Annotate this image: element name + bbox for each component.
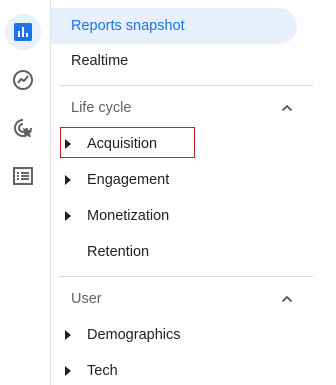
reports-nav-panel: Reports snapshot Realtime Life cycle Acq…	[51, 0, 336, 385]
configure-list-icon	[13, 167, 33, 185]
chevron-up-icon[interactable]	[279, 291, 295, 307]
caret-right-icon[interactable]	[63, 139, 73, 149]
chevron-up-icon[interactable]	[279, 100, 295, 116]
caret-right-icon[interactable]	[63, 330, 73, 340]
caret-right-icon[interactable]	[63, 175, 73, 185]
explore-nav-button[interactable]	[5, 62, 41, 98]
divider	[59, 276, 313, 277]
nav-item-label: Demographics	[87, 327, 181, 343]
section-header-life-cycle[interactable]: Life cycle	[51, 90, 301, 126]
analytics-sidebar: Reports snapshot Realtime Life cycle Acq…	[0, 0, 336, 385]
caret-right-icon[interactable]	[63, 211, 73, 221]
nav-item-realtime[interactable]: Realtime	[51, 43, 297, 79]
nav-item-reports-snapshot[interactable]: Reports snapshot	[51, 8, 297, 44]
advertising-nav-button[interactable]	[5, 110, 41, 146]
nav-item-retention[interactable]: Retention	[51, 234, 301, 270]
reports-bar-chart-icon	[14, 23, 32, 41]
reports-nav-button[interactable]	[5, 14, 41, 50]
nav-item-acquisition[interactable]: Acquisition	[51, 126, 301, 162]
explore-chart-icon	[13, 70, 33, 90]
nav-item-label: Engagement	[87, 172, 170, 188]
nav-item-label: Acquisition	[87, 136, 158, 152]
divider	[59, 85, 313, 86]
caret-right-icon[interactable]	[63, 366, 73, 376]
section-title: Life cycle	[71, 100, 132, 116]
nav-item-label: Monetization	[87, 208, 170, 224]
section-header-user[interactable]: User	[51, 281, 301, 317]
nav-item-label: Retention	[87, 244, 150, 260]
configure-nav-button[interactable]	[5, 158, 41, 194]
icon-rail	[0, 0, 51, 385]
section-title: User	[71, 291, 102, 307]
nav-item-label: Reports snapshot	[71, 18, 185, 34]
nav-item-engagement[interactable]: Engagement	[51, 162, 301, 198]
nav-item-demographics[interactable]: Demographics	[51, 317, 301, 353]
advertising-cursor-icon	[14, 119, 32, 138]
nav-item-label: Tech	[87, 363, 118, 379]
nav-item-label: Realtime	[71, 53, 129, 69]
nav-item-monetization[interactable]: Monetization	[51, 198, 301, 234]
nav-item-tech[interactable]: Tech	[51, 353, 301, 385]
